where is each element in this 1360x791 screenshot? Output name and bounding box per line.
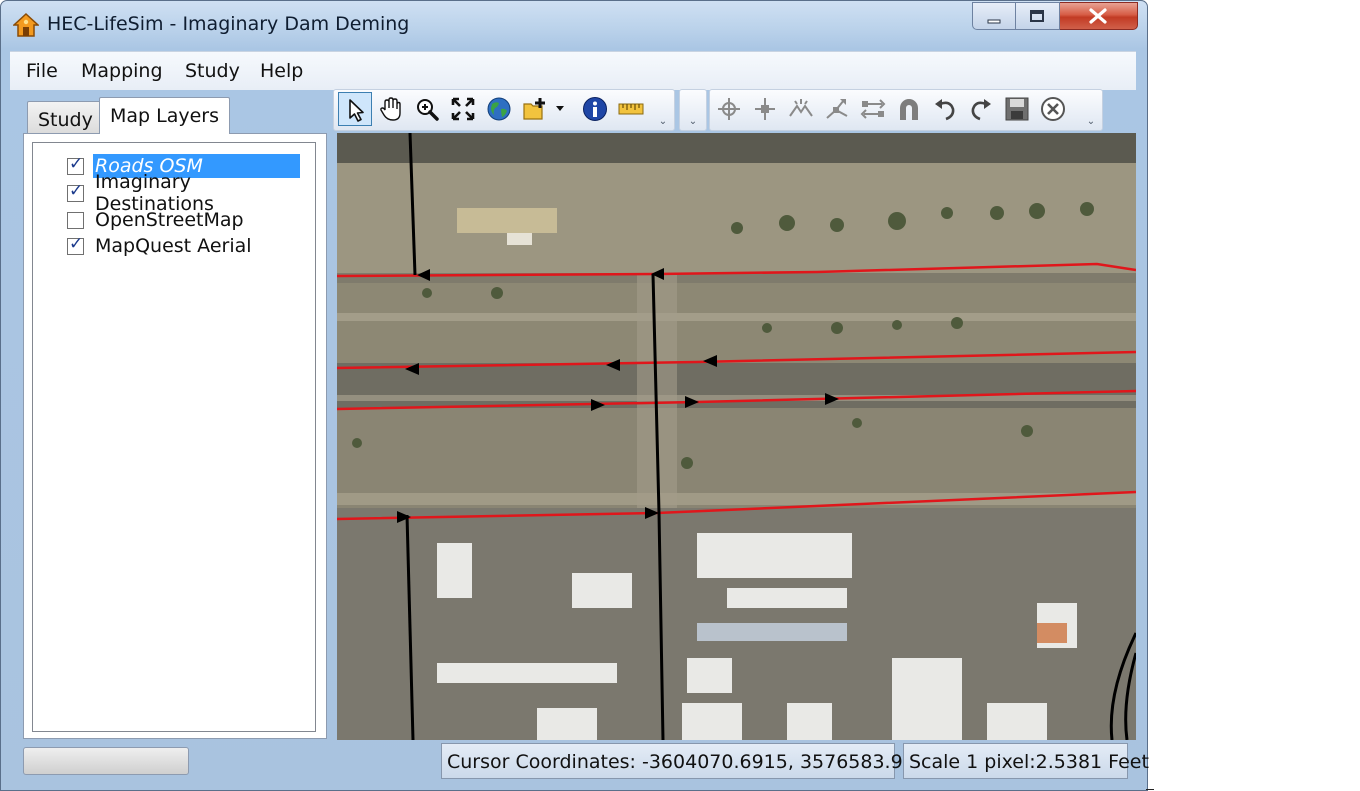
add-layer-dropdown[interactable]	[552, 92, 568, 126]
progress-bar	[23, 747, 189, 775]
snap-button[interactable]	[892, 92, 926, 126]
map-scale-readout: Scale 1 pixel:2.5381 Feet	[903, 743, 1149, 779]
full-extent-icon	[451, 97, 475, 121]
app-window: HEC-LifeSim - Imaginary Dam Deming File	[0, 0, 1149, 791]
add-point-button[interactable]	[712, 92, 746, 126]
close-icon	[1089, 8, 1107, 24]
select-tool-button[interactable]	[338, 92, 372, 126]
title-bar[interactable]: HEC-LifeSim - Imaginary Dam Deming	[1, 1, 1147, 49]
toolbar-separator-strip: ⌄	[679, 89, 707, 131]
editing-toolbar: ⌄	[709, 89, 1103, 131]
layer-checkbox[interactable]: ✓	[67, 181, 84, 202]
redo-icon	[971, 99, 991, 121]
save-icon	[1005, 97, 1029, 121]
cursor-coordinates-readout: Cursor Coordinates: -3604070.6915, 35765…	[441, 743, 939, 779]
house-icon	[13, 12, 39, 37]
split-icon	[789, 99, 813, 117]
navigation-toolbar: ⌄	[333, 89, 675, 131]
tab-study[interactable]: Study	[27, 101, 104, 133]
measure-ruler-icon	[618, 103, 644, 115]
move-vertex-button[interactable]	[820, 92, 854, 126]
menu-study[interactable]: Study	[185, 60, 240, 82]
maximize-button[interactable]	[1016, 2, 1060, 30]
menu-mapping[interactable]: Mapping	[81, 60, 163, 82]
menu-file[interactable]: File	[26, 60, 58, 82]
layer-checkbox[interactable]: ✓	[67, 234, 84, 255]
snap-magnet-icon	[900, 99, 918, 120]
menu-help[interactable]: Help	[260, 60, 303, 82]
cancel-edit-button[interactable]	[1036, 92, 1070, 126]
layer-item[interactable]: OpenStreetMap	[67, 207, 246, 233]
globe-button[interactable]	[482, 92, 516, 126]
measure-button[interactable]	[614, 92, 648, 126]
pan-tool-button[interactable]	[374, 92, 408, 126]
zoom-in-button[interactable]	[410, 92, 444, 126]
add-vertex-icon	[755, 98, 775, 120]
window-title: HEC-LifeSim - Imaginary Dam Deming	[47, 13, 410, 35]
status-bar: Cursor Coordinates: -3604070.6915, 35765…	[1, 741, 1149, 791]
split-button[interactable]	[784, 92, 818, 126]
layer-item[interactable]: ✓ MapQuest Aerial	[67, 233, 254, 259]
layer-tree[interactable]: ✓ Roads OSM ✓ Imaginary Destinations Ope…	[32, 142, 316, 732]
info-icon	[583, 97, 607, 121]
layer-checkbox[interactable]: ✓	[67, 154, 84, 175]
map-canvas[interactable]	[337, 133, 1136, 740]
minimize-button[interactable]	[972, 2, 1016, 30]
divider	[1146, 789, 1154, 790]
undo-button[interactable]	[928, 92, 962, 126]
add-point-icon	[718, 98, 740, 120]
layer-label[interactable]: OpenStreetMap	[93, 208, 246, 232]
toolbar-overflow-icon[interactable]: ⌄	[688, 116, 698, 128]
layer-checkbox[interactable]	[67, 211, 84, 229]
layer-label[interactable]: MapQuest Aerial	[93, 234, 254, 258]
toolbar-overflow-icon[interactable]: ⌄	[1086, 116, 1096, 128]
reshape-button[interactable]	[856, 92, 890, 126]
toolbar-overflow-icon[interactable]: ⌄	[658, 116, 668, 128]
full-extent-button[interactable]	[446, 92, 480, 126]
tab-map-layers[interactable]: Map Layers	[99, 97, 231, 134]
reshape-icon	[860, 99, 886, 119]
left-panel: Study Map Layers ✓ Roads OSM ✓ Imaginary…	[23, 97, 327, 739]
caption-buttons	[972, 2, 1138, 32]
save-edits-button[interactable]	[1000, 92, 1034, 126]
zoom-in-icon	[417, 99, 439, 121]
layer-item[interactable]: ✓ Imaginary Destinations	[67, 171, 315, 215]
cancel-edit-icon	[1041, 97, 1065, 121]
add-layer-icon	[523, 98, 545, 120]
info-button[interactable]	[578, 92, 612, 126]
aerial-map-image	[337, 133, 1136, 740]
maximize-icon	[1030, 10, 1044, 22]
menu-bar: File Mapping Study Help	[10, 51, 1136, 90]
move-vertex-icon	[826, 99, 848, 119]
add-layer-button[interactable]	[518, 92, 552, 126]
undo-icon	[935, 99, 955, 121]
select-arrow-icon	[349, 99, 364, 122]
pan-hand-icon	[380, 97, 401, 121]
globe-icon	[487, 97, 511, 121]
minimize-icon	[987, 19, 1001, 24]
redo-button[interactable]	[964, 92, 998, 126]
add-vertex-button[interactable]	[748, 92, 782, 126]
close-button[interactable]	[1060, 2, 1138, 30]
map-layers-tab-body: ✓ Roads OSM ✓ Imaginary Destinations Ope…	[23, 133, 327, 739]
dropdown-arrow-icon	[556, 106, 564, 111]
